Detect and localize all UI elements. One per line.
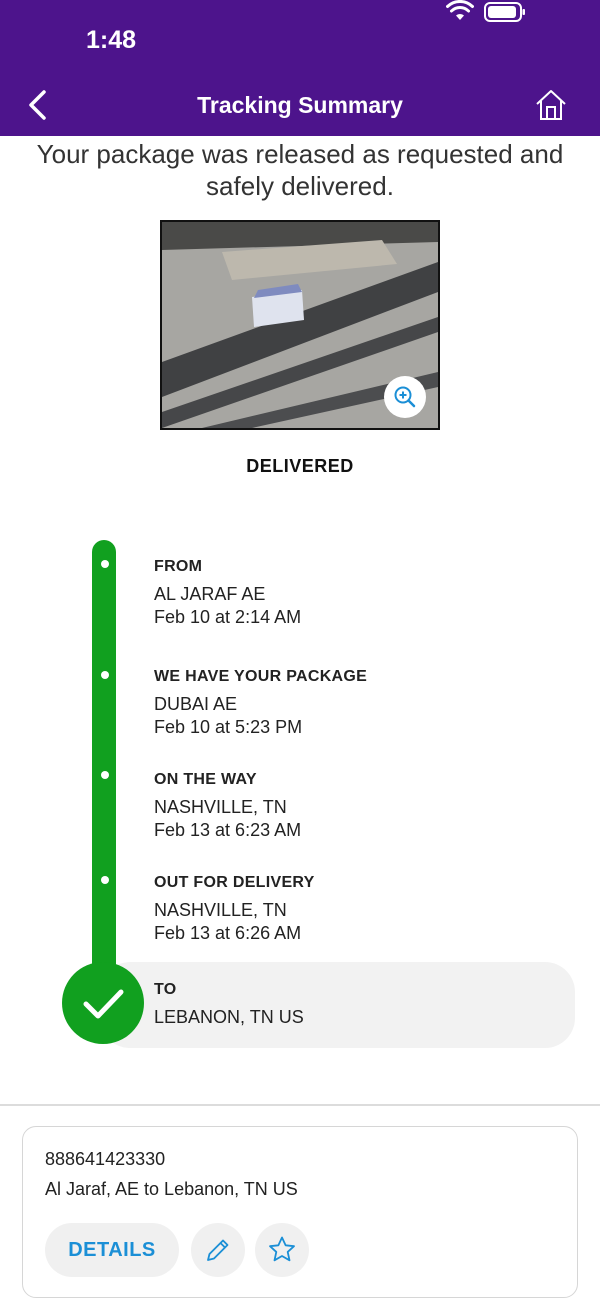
step-time: Feb 10 at 5:23 PM: [154, 717, 303, 737]
step-location: LEBANON, TN US: [154, 1007, 304, 1027]
timeline-step-from: FROM AL JARAF AE Feb 10 at 2:14 AM: [154, 557, 301, 629]
checkmark-icon: [83, 989, 124, 1019]
step-title: OUT FOR DELIVERY: [154, 874, 315, 891]
timeline-step-to: TO LEBANON, TN US: [154, 980, 304, 1029]
step-time: Feb 13 at 6:26 AM: [154, 923, 302, 943]
step-title: TO: [154, 981, 177, 998]
details-button[interactable]: DETAILS: [45, 1223, 179, 1277]
step-location: NASHVILLE, TN: [154, 900, 287, 920]
zoom-button[interactable]: [384, 376, 426, 418]
page-title: Tracking Summary: [197, 92, 403, 118]
timeline-dot: [101, 876, 109, 884]
zoom-in-icon: [394, 386, 416, 408]
edit-button[interactable]: [191, 1223, 245, 1277]
step-time: Feb 10 at 2:14 AM: [154, 607, 302, 627]
pencil-icon: [207, 1239, 229, 1261]
timeline-step-out-for-delivery: OUT FOR DELIVERY NASHVILLE, TN Feb 13 at…: [154, 873, 315, 945]
timeline-dot: [101, 771, 109, 779]
status-time: 1:48: [86, 26, 137, 54]
tracking-number: 888641423330: [45, 1149, 166, 1169]
home-button[interactable]: [534, 88, 568, 122]
delivery-message: Your package was released as requested a…: [36, 139, 564, 201]
timeline-dot: [101, 560, 109, 568]
step-time: Feb 13 at 6:23 AM: [154, 820, 302, 840]
step-location: NASHVILLE, TN: [154, 797, 287, 817]
delivery-status: DELIVERED: [246, 456, 354, 476]
timeline-dot: [101, 671, 109, 679]
step-title: ON THE WAY: [154, 771, 257, 788]
favorite-button[interactable]: [255, 1223, 309, 1277]
delivered-check-badge: [62, 962, 144, 1044]
delivery-photo[interactable]: [160, 220, 440, 430]
step-title: WE HAVE YOUR PACKAGE: [154, 668, 368, 685]
wifi-icon: [446, 0, 474, 20]
step-location: DUBAI AE: [154, 694, 238, 714]
star-icon: [269, 1236, 295, 1262]
app-header: 1:48 Tracking Summary: [0, 0, 600, 136]
step-location: AL JARAF AE: [154, 584, 266, 604]
timeline-step-on-the-way: ON THE WAY NASHVILLE, TN Feb 13 at 6:23 …: [154, 770, 301, 842]
battery-icon: [484, 2, 525, 22]
timeline-step-picked-up: WE HAVE YOUR PACKAGE DUBAI AE Feb 10 at …: [154, 667, 367, 739]
divider: [0, 1104, 600, 1106]
shipment-card[interactable]: 888641423330 Al Jaraf, AE to Lebanon, TN…: [22, 1126, 578, 1298]
step-title: FROM: [154, 558, 203, 575]
shipment-route: Al Jaraf, AE to Lebanon, TN US: [45, 1179, 298, 1199]
